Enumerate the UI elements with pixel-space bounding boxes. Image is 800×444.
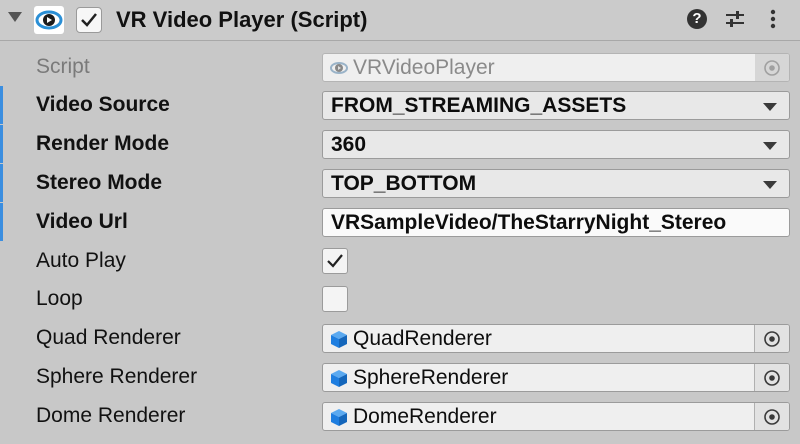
script-file-icon <box>329 58 349 78</box>
sphere-renderer-label: Sphere Renderer <box>36 365 198 388</box>
kebab-menu-icon[interactable] <box>760 6 786 32</box>
video-url-row: Video Url VRSampleVideo/TheStarryNight_S… <box>0 203 800 241</box>
gameobject-cube-icon <box>329 407 349 427</box>
script-picker-icon <box>755 54 789 81</box>
render-mode-row: Render Mode 360 <box>0 125 800 163</box>
script-field: VRVideoPlayer <box>322 53 790 82</box>
render-mode-dropdown[interactable]: 360 <box>322 130 790 159</box>
component-enabled-checkbox[interactable] <box>76 7 102 33</box>
help-icon[interactable]: ? <box>684 6 710 32</box>
quad-renderer-label: Quad Renderer <box>36 326 181 349</box>
video-url-input[interactable]: VRSampleVideo/TheStarryNight_Stereo <box>322 208 790 237</box>
video-source-dropdown[interactable]: FROM_STREAMING_ASSETS <box>322 91 790 120</box>
object-picker-icon[interactable] <box>754 364 789 391</box>
quad-renderer-row: Quad Renderer QuadRenderer <box>0 319 800 357</box>
sphere-renderer-row: Sphere Renderer SphereRenderer <box>0 358 800 396</box>
sphere-renderer-value: SphereRenderer <box>353 366 509 389</box>
script-icon <box>34 6 64 34</box>
preset-icon[interactable] <box>722 6 748 32</box>
stereo-mode-dropdown[interactable]: TOP_BOTTOM <box>322 169 790 198</box>
video-source-row: Video Source FROM_STREAMING_ASSETS <box>0 86 800 124</box>
script-value: VRVideoPlayer <box>353 56 495 79</box>
component-header: VR Video Player (Script) ? <box>0 0 800 41</box>
video-source-label: Video Source <box>36 93 170 116</box>
chevron-down-icon <box>763 103 777 111</box>
loop-checkbox[interactable] <box>322 286 348 312</box>
gameobject-cube-icon <box>329 368 349 388</box>
dome-renderer-label: Dome Renderer <box>36 404 186 427</box>
dome-renderer-value: DomeRenderer <box>353 405 497 428</box>
foldout-arrow-icon[interactable] <box>8 12 22 22</box>
render-mode-label: Render Mode <box>36 132 170 155</box>
auto-play-checkbox[interactable] <box>322 248 348 274</box>
chevron-down-icon <box>763 181 777 189</box>
object-picker-icon[interactable] <box>754 325 789 352</box>
video-url-value: VRSampleVideo/TheStarryNight_Stereo <box>331 211 727 234</box>
video-url-label: Video Url <box>36 210 128 233</box>
modified-indicator <box>0 125 3 163</box>
render-mode-value: 360 <box>331 133 367 156</box>
component-title: VR Video Player (Script) <box>116 7 368 32</box>
loop-row: Loop <box>0 280 800 318</box>
checkmark-icon <box>327 254 343 268</box>
stereo-mode-value: TOP_BOTTOM <box>331 172 477 195</box>
stereo-mode-label: Stereo Mode <box>36 171 163 194</box>
gameobject-cube-icon <box>329 329 349 349</box>
modified-indicator <box>0 86 3 124</box>
auto-play-row: Auto Play <box>0 242 800 280</box>
auto-play-label: Auto Play <box>36 249 126 272</box>
quad-renderer-field[interactable]: QuadRenderer <box>322 324 790 353</box>
script-label: Script <box>36 55 90 78</box>
object-picker-icon[interactable] <box>754 403 789 430</box>
dome-renderer-row: Dome Renderer DomeRenderer <box>0 397 800 435</box>
stereo-mode-row: Stereo Mode TOP_BOTTOM <box>0 164 800 202</box>
quad-renderer-value: QuadRenderer <box>353 327 492 350</box>
modified-indicator <box>0 203 3 241</box>
modified-indicator <box>0 164 3 202</box>
video-source-value: FROM_STREAMING_ASSETS <box>331 94 627 117</box>
dome-renderer-field[interactable]: DomeRenderer <box>322 402 790 431</box>
sphere-renderer-field[interactable]: SphereRenderer <box>322 363 790 392</box>
script-row: Script VRVideoPlayer <box>0 48 800 86</box>
chevron-down-icon <box>763 142 777 150</box>
loop-label: Loop <box>36 287 83 310</box>
